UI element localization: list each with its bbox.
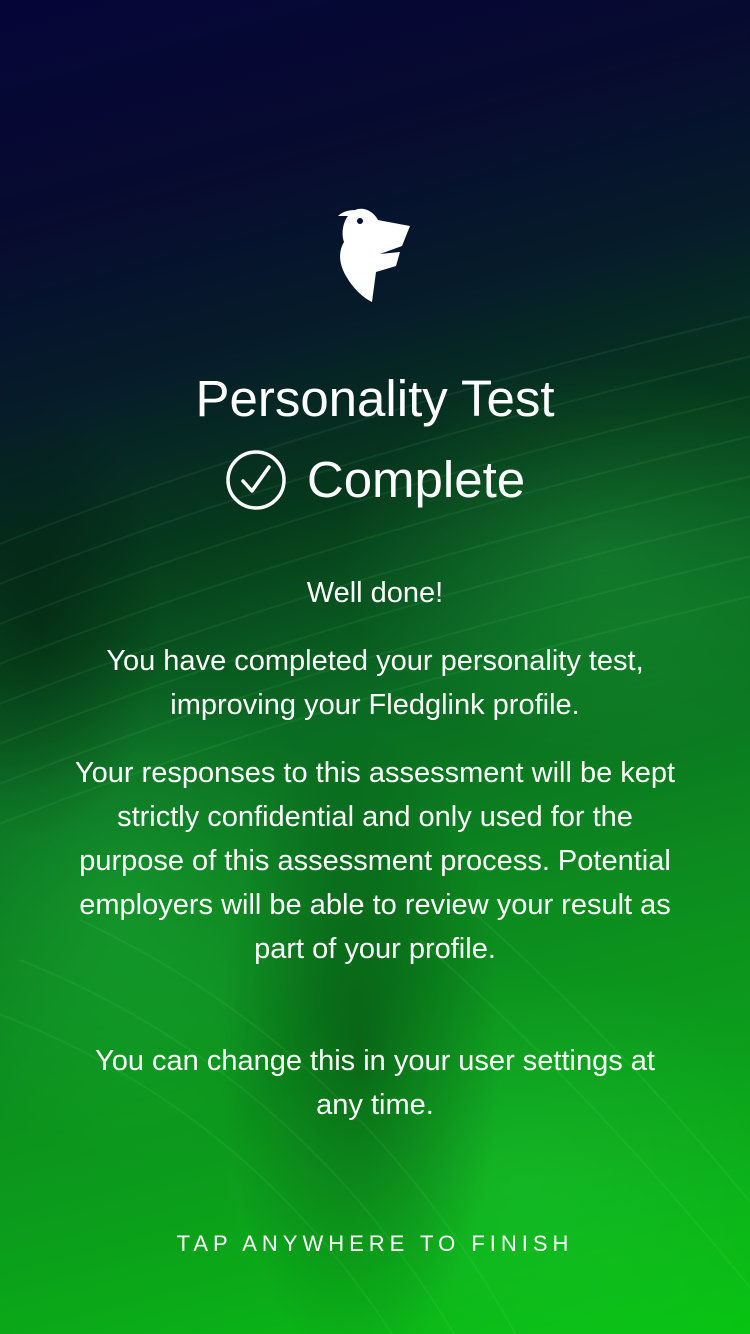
page-title: Personality Test <box>195 370 555 427</box>
status-label: Complete <box>306 451 526 508</box>
congrats-text: Well done! <box>306 577 444 609</box>
check-circle-icon <box>226 450 286 510</box>
tap-to-finish-prompt[interactable]: TAP ANYWHERE TO FINISH <box>0 1228 750 1260</box>
settings-message: You can change this in your user setting… <box>95 1045 655 1121</box>
confidentiality-message: Your responses to this assessment will b… <box>74 757 676 965</box>
completion-status: Complete <box>0 448 750 512</box>
completion-message: You have completed your personality test… <box>106 645 644 721</box>
fledglink-bird-logo-icon <box>338 208 410 302</box>
completion-screen[interactable]: Personality Test Complete Well done! You… <box>0 0 750 1334</box>
